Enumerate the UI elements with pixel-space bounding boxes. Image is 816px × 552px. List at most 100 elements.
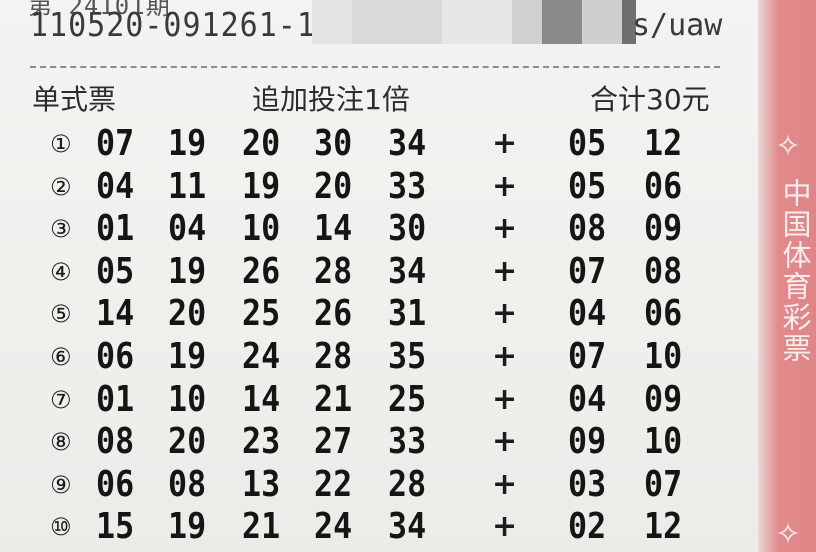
plus-separator: + [492, 509, 518, 545]
lottery-logo-icon: ✧ [775, 129, 801, 164]
total-amount: 合计30元 [590, 83, 710, 116]
redacted-area [442, 0, 512, 44]
back-number: 09 [568, 421, 607, 463]
line-index: ③ [50, 215, 72, 244]
back-number: 06 [644, 293, 683, 335]
back-number: 10 [644, 336, 683, 377]
ticket-line: ④ 05 19 26 28 34 +07 08 [0, 250, 760, 294]
front-number: 20 [168, 421, 207, 463]
line-index: ⑥ [50, 343, 72, 371]
front-number: 30 [388, 208, 427, 250]
front-number: 26 [314, 293, 353, 335]
front-number: 33 [388, 165, 427, 207]
front-number: 01 [96, 208, 135, 250]
back-number: 09 [644, 378, 683, 420]
redacted-area [582, 0, 622, 44]
front-number: 01 [96, 378, 135, 420]
bet-info: 追加投注1倍 [252, 83, 410, 116]
ticket-line: ① 07 19 20 30 34 +05 12 [0, 122, 760, 166]
front-number: 28 [388, 463, 427, 505]
front-number: 11 [168, 165, 207, 207]
redacted-area [352, 0, 442, 44]
back-number: 02 [568, 506, 607, 548]
back-number: 03 [568, 463, 607, 505]
plus-separator: + [492, 296, 518, 332]
back-number: 10 [644, 421, 683, 463]
line-index: ⑨ [50, 470, 72, 499]
front-number: 05 [96, 250, 135, 292]
line-index: ① [50, 130, 72, 158]
front-number: 34 [388, 250, 427, 292]
front-number: 34 [388, 123, 427, 164]
front-number: 20 [314, 165, 353, 207]
back-number: 12 [644, 123, 683, 164]
front-number: 34 [388, 506, 427, 548]
plus-separator: + [492, 168, 518, 204]
front-number: 06 [96, 336, 135, 377]
ticket-type: 单式票 [32, 83, 117, 116]
line-index: ⑩ [50, 513, 72, 542]
plus-separator: + [492, 381, 518, 417]
front-number: 19 [242, 165, 281, 207]
front-number: 24 [242, 336, 281, 377]
back-number: 04 [568, 293, 607, 335]
back-number: 08 [568, 208, 607, 250]
line-index: ④ [50, 257, 72, 286]
ticket-line: ⑥ 06 19 24 28 35 +07 10 [0, 335, 760, 379]
front-number: 21 [242, 506, 281, 548]
front-number: 04 [96, 165, 135, 207]
front-number: 19 [168, 123, 207, 164]
redacted-area [312, 0, 352, 44]
plus-separator: + [492, 211, 518, 247]
front-number: 20 [168, 293, 207, 335]
plus-separator: + [492, 126, 518, 161]
front-number: 19 [168, 336, 207, 377]
plus-separator: + [492, 253, 518, 289]
ticket-line: ⑦ 01 10 14 21 25 +04 09 [0, 378, 760, 422]
back-number: 07 [568, 336, 607, 377]
lottery-logo-icon: ✧ [775, 517, 801, 552]
front-number: 25 [242, 293, 281, 335]
line-index: ⑦ [50, 385, 72, 414]
front-number: 14 [242, 378, 281, 420]
front-number: 21 [314, 378, 353, 420]
back-number: 07 [568, 250, 607, 292]
front-number: 23 [242, 421, 281, 463]
redacted-area [542, 0, 582, 44]
front-number: 27 [314, 421, 353, 463]
line-index: ⑧ [50, 428, 72, 457]
back-number: 05 [568, 123, 607, 164]
ticket-line: ② 04 11 19 20 33 +05 06 [0, 165, 760, 209]
front-number: 28 [314, 336, 353, 377]
front-number: 26 [242, 250, 281, 292]
serial-suffix: s/uaw [632, 8, 723, 43]
front-number: 30 [314, 123, 353, 164]
plus-separator: + [492, 339, 518, 374]
back-number: 04 [568, 378, 607, 420]
redacted-area [512, 0, 542, 44]
ticket-line: ⑧ 08 20 23 27 33 +09 10 [0, 420, 760, 464]
back-number: 05 [568, 165, 607, 207]
brand-label: 中国体育彩票 [778, 178, 812, 364]
front-number: 06 [96, 463, 135, 505]
front-number: 24 [314, 506, 353, 548]
dashed-divider [30, 66, 720, 68]
plus-separator: + [492, 466, 518, 502]
front-number: 15 [96, 506, 135, 548]
ticket-line: ⑤ 14 20 25 26 31 +04 06 [0, 292, 760, 336]
front-number: 19 [168, 506, 207, 548]
plus-separator: + [492, 424, 518, 460]
back-number: 07 [644, 463, 683, 505]
front-number: 07 [96, 123, 135, 164]
front-number: 14 [314, 208, 353, 250]
front-number: 10 [168, 378, 207, 420]
ticket-serial: 110520-091261-110 [30, 6, 355, 45]
ticket-line: ⑨ 06 08 13 22 28 +03 07 [0, 463, 760, 507]
line-index: ② [50, 172, 72, 201]
lottery-ticket: 第 24101期 110520-091261-110 s/uaw 单式票 追加投… [0, 0, 760, 552]
back-number: 12 [644, 506, 683, 548]
front-number: 25 [388, 378, 427, 420]
front-number: 28 [314, 250, 353, 292]
line-index: ⑤ [50, 300, 72, 329]
ticket-line: ⑩ 15 19 21 24 34 +02 12 [0, 505, 760, 549]
